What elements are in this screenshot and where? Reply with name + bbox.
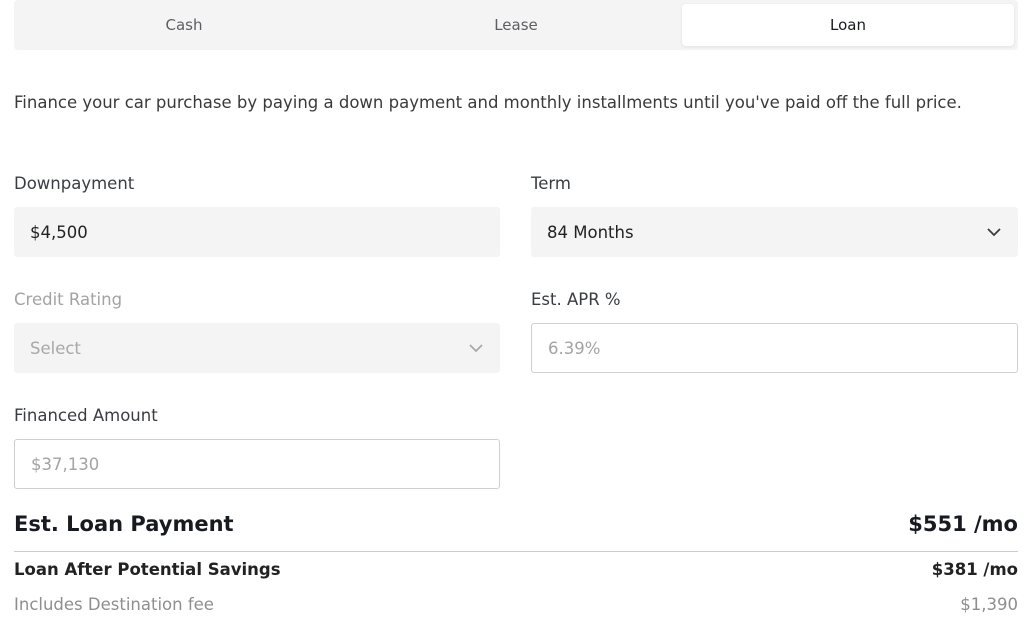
chevron-down-icon <box>468 343 484 353</box>
destination-fee-row: Includes Destination fee $1,390 <box>14 595 1018 614</box>
tab-lease[interactable]: Lease <box>350 4 682 46</box>
chevron-down-icon <box>986 227 1002 237</box>
loan-payment-row: Est. Loan Payment $551 /mo <box>14 512 1018 536</box>
payment-type-tabs: Cash Lease Loan <box>14 0 1018 50</box>
savings-row: Loan After Potential Savings $381 /mo <box>14 560 1018 579</box>
tab-loan[interactable]: Loan <box>682 4 1014 46</box>
summary-divider <box>14 551 1018 552</box>
savings-label: Loan After Potential Savings <box>14 560 281 579</box>
tab-cash[interactable]: Cash <box>18 4 350 46</box>
credit-rating-select[interactable]: Select <box>14 323 500 373</box>
loan-description: Finance your car purchase by paying a do… <box>14 93 962 112</box>
downpayment-value: $4,500 <box>30 222 88 242</box>
destination-fee-value: $1,390 <box>960 595 1018 614</box>
credit-rating-value: Select <box>30 338 81 358</box>
financed-amount-label: Financed Amount <box>14 406 158 425</box>
credit-rating-label: Credit Rating <box>14 290 123 309</box>
loan-payment-value: $551 /mo <box>908 512 1018 536</box>
loan-payment-label: Est. Loan Payment <box>14 512 234 536</box>
downpayment-label: Downpayment <box>14 174 135 193</box>
term-value: 84 Months <box>547 222 634 242</box>
financed-amount-value: $37,130 <box>31 454 100 474</box>
downpayment-input[interactable]: $4,500 <box>14 207 500 257</box>
financed-amount-input[interactable]: $37,130 <box>14 439 500 489</box>
destination-fee-label: Includes Destination fee <box>14 595 214 614</box>
term-label: Term <box>531 174 571 193</box>
apr-value: 6.39% <box>548 338 601 358</box>
apr-input[interactable]: 6.39% <box>531 323 1018 373</box>
term-select[interactable]: 84 Months <box>531 207 1018 257</box>
savings-value: $381 /mo <box>931 560 1018 579</box>
apr-label: Est. APR % <box>531 290 621 309</box>
